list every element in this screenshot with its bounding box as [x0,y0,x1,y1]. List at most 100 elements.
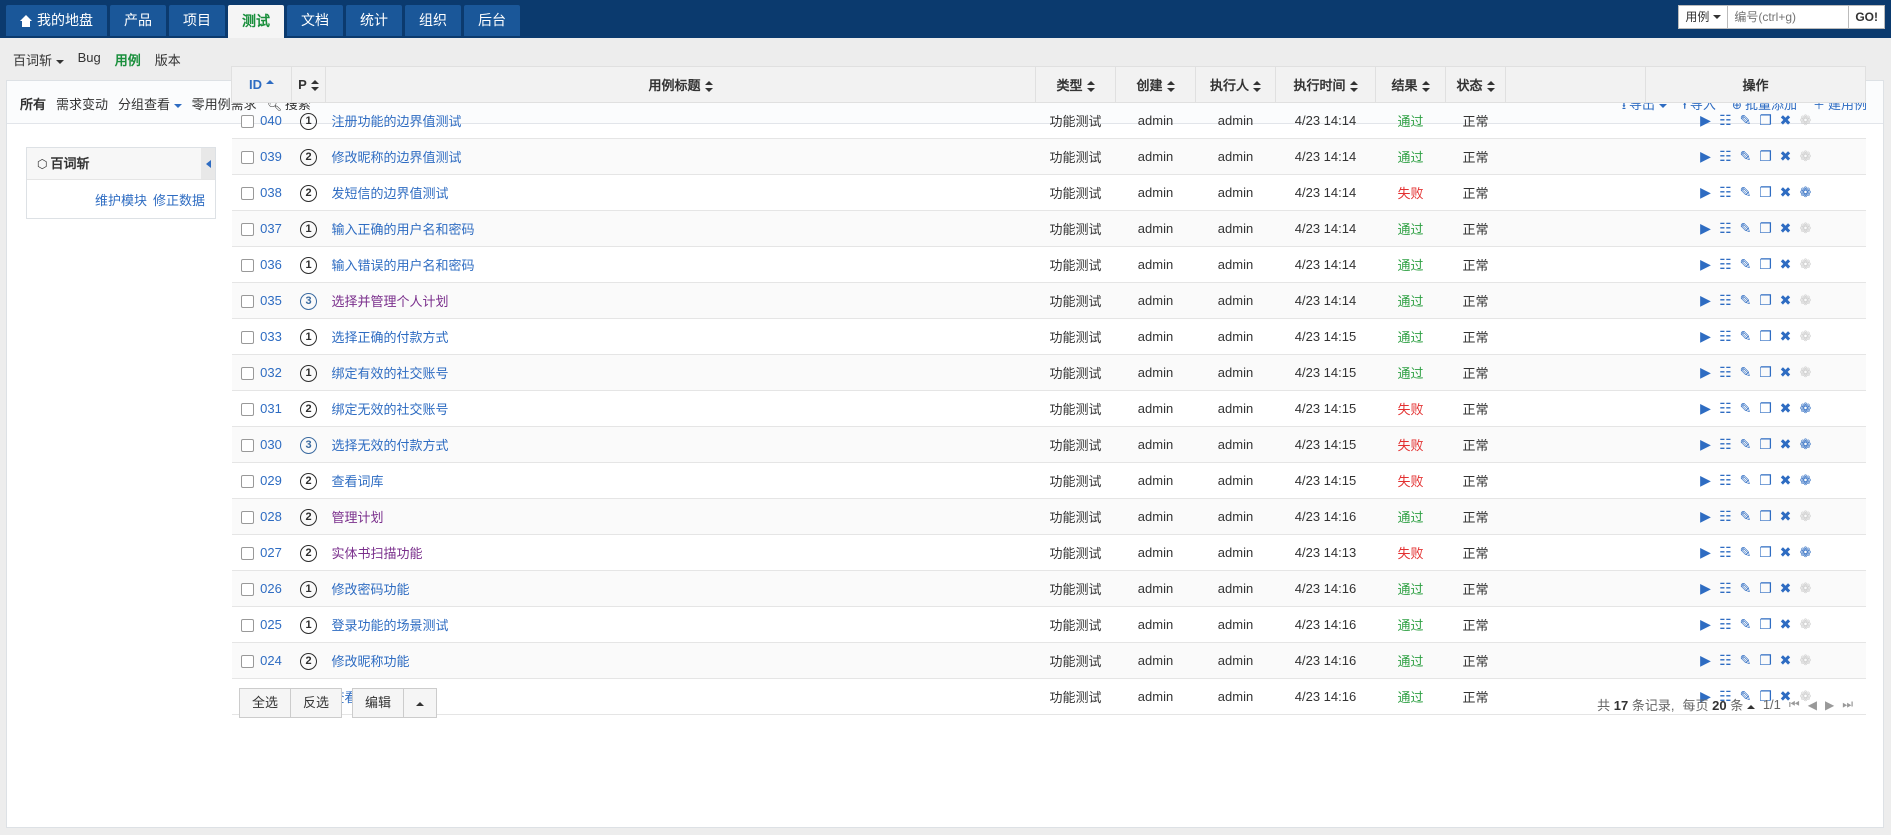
row-checkbox[interactable] [241,259,255,273]
case-id-link[interactable]: 027 [260,545,282,560]
subnav-item-bug[interactable]: Bug [78,50,101,69]
first-page-icon[interactable]: ⏮︎ [1789,697,1800,712]
maintain-module-link[interactable]: 维护模块 [95,190,147,209]
bug-icon[interactable]: ❁ [1797,184,1815,201]
tab-2[interactable]: 项目 [169,5,225,36]
case-title-link[interactable]: 修改密码功能 [332,582,410,597]
tab-5[interactable]: 统计 [346,5,402,36]
delete-icon[interactable]: ✖ [1777,256,1795,273]
case-id-link[interactable]: 025 [260,617,282,632]
run-icon[interactable]: ▶︎ [1697,220,1715,237]
tab-4[interactable]: 文档 [287,5,343,36]
row-checkbox[interactable] [241,547,255,561]
case-title-link[interactable]: 输入正确的用户名和密码 [332,222,475,237]
copy-icon[interactable]: ❐ [1757,616,1775,633]
copy-icon[interactable]: ❐ [1757,256,1775,273]
bug-icon[interactable]: ❁ [1797,400,1815,417]
row-checkbox[interactable] [241,331,255,345]
row-checkbox[interactable] [241,367,255,381]
copy-icon[interactable]: ❐ [1757,220,1775,237]
bug-icon[interactable]: ❁ [1797,472,1815,489]
bug-icon[interactable]: ❁ [1797,436,1815,453]
run-icon[interactable]: ▶︎ [1697,436,1715,453]
case-title-link[interactable]: 选择并管理个人计划 [332,294,449,309]
last-page-icon[interactable]: ⏭︎ [1842,697,1853,712]
case-id-link[interactable]: 037 [260,221,282,236]
sort-pri-header[interactable]: P [291,66,326,103]
results-icon[interactable]: ☷ [1717,472,1735,489]
run-icon[interactable]: ▶︎ [1697,292,1715,309]
case-id-link[interactable]: 038 [260,185,282,200]
tab-7[interactable]: 后台 [464,5,520,36]
delete-icon[interactable]: ✖ [1777,544,1795,561]
edit-icon[interactable]: ✎ [1737,472,1755,489]
edit-icon[interactable]: ✎ [1737,436,1755,453]
row-checkbox[interactable] [241,475,255,489]
case-id-link[interactable]: 024 [260,653,282,668]
edit-icon[interactable]: ✎ [1737,292,1755,309]
delete-icon[interactable]: ✖ [1777,292,1795,309]
row-checkbox[interactable] [241,295,255,309]
results-icon[interactable]: ☷ [1717,184,1735,201]
invert-select-button[interactable]: 反选 [291,688,343,718]
batch-more-button[interactable] [404,688,438,718]
case-title-link[interactable]: 修改昵称功能 [332,654,410,669]
edit-icon[interactable]: ✎ [1737,364,1755,381]
batch-edit-button[interactable]: 编辑 [352,688,405,718]
select-all-button[interactable]: 全选 [239,688,292,718]
copy-icon[interactable]: ❐ [1757,364,1775,381]
edit-icon[interactable]: ✎ [1737,652,1755,669]
run-icon[interactable]: ▶︎ [1697,616,1715,633]
copy-icon[interactable]: ❐ [1757,436,1775,453]
edit-icon[interactable]: ✎ [1737,580,1755,597]
case-id-link[interactable]: 031 [260,401,282,416]
delete-icon[interactable]: ✖ [1777,472,1795,489]
edit-icon[interactable]: ✎ [1737,508,1755,525]
copy-icon[interactable]: ❐ [1757,400,1775,417]
row-checkbox[interactable] [241,187,255,201]
row-checkbox[interactable] [241,619,255,633]
run-icon[interactable]: ▶︎ [1697,400,1715,417]
delete-icon[interactable]: ✖ [1777,436,1795,453]
bug-icon[interactable]: ❁ [1797,544,1815,561]
delete-icon[interactable]: ✖ [1777,328,1795,345]
filter-all[interactable]: 所有 [20,94,46,113]
case-id-link[interactable]: 028 [260,509,282,524]
subnav-item-case[interactable]: 用例 [115,50,141,69]
row-checkbox[interactable] [241,115,255,129]
go-button[interactable]: GO! [1848,5,1885,29]
run-icon[interactable]: ▶︎ [1697,328,1715,345]
case-id-link[interactable]: 033 [260,329,282,344]
tab-0[interactable]: 我的地盘 [6,5,107,36]
tab-1[interactable]: 产品 [110,5,166,36]
row-checkbox[interactable] [241,403,255,417]
delete-icon[interactable]: ✖ [1777,580,1795,597]
delete-icon[interactable]: ✖ [1777,652,1795,669]
run-icon[interactable]: ▶︎ [1697,472,1715,489]
edit-icon[interactable]: ✎ [1737,220,1755,237]
case-title-link[interactable]: 选择正确的付款方式 [332,330,449,345]
sort-exec-time-header[interactable]: 执行时间 [1275,66,1376,103]
edit-icon[interactable]: ✎ [1737,616,1755,633]
case-title-link[interactable]: 输入错误的用户名和密码 [332,258,475,273]
sort-creator-header[interactable]: 创建 [1115,66,1196,103]
delete-icon[interactable]: ✖ [1777,112,1795,129]
filter-need-changed[interactable]: 需求变动 [56,94,108,113]
case-title-link[interactable]: 登录功能的场景测试 [332,618,449,633]
row-checkbox[interactable] [241,583,255,597]
edit-icon[interactable]: ✎ [1737,328,1755,345]
results-icon[interactable]: ☷ [1717,256,1735,273]
delete-icon[interactable]: ✖ [1777,364,1795,381]
delete-icon[interactable]: ✖ [1777,508,1795,525]
filter-group-view[interactable]: 分组查看 [118,94,182,113]
row-checkbox[interactable] [241,439,255,453]
case-id-link[interactable]: 035 [260,293,282,308]
case-id-link[interactable]: 030 [260,437,282,452]
per-page-select[interactable]: 每页 20 条 [1682,695,1755,714]
case-title-link[interactable]: 选择无效的付款方式 [332,438,449,453]
case-title-link[interactable]: 实体书扫描功能 [332,546,423,561]
row-checkbox[interactable] [241,511,255,525]
search-input[interactable] [1728,5,1849,29]
next-page-icon[interactable]: ▶︎ [1825,698,1834,712]
run-icon[interactable]: ▶︎ [1697,364,1715,381]
